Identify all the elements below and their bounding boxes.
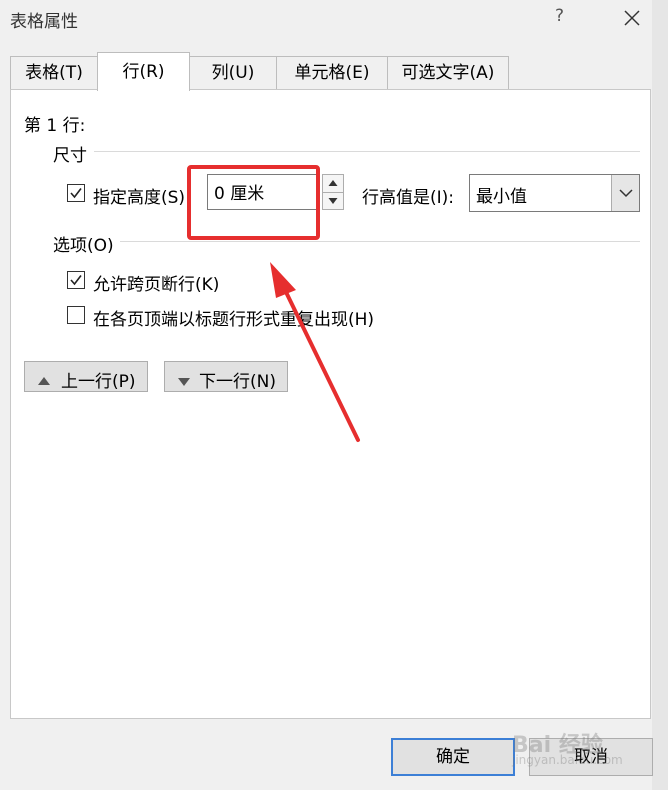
annotation-arrow [270,262,360,442]
watermark-url: jingyan.baidu.com [512,753,623,767]
tab-row[interactable]: 行(R) [97,52,190,91]
